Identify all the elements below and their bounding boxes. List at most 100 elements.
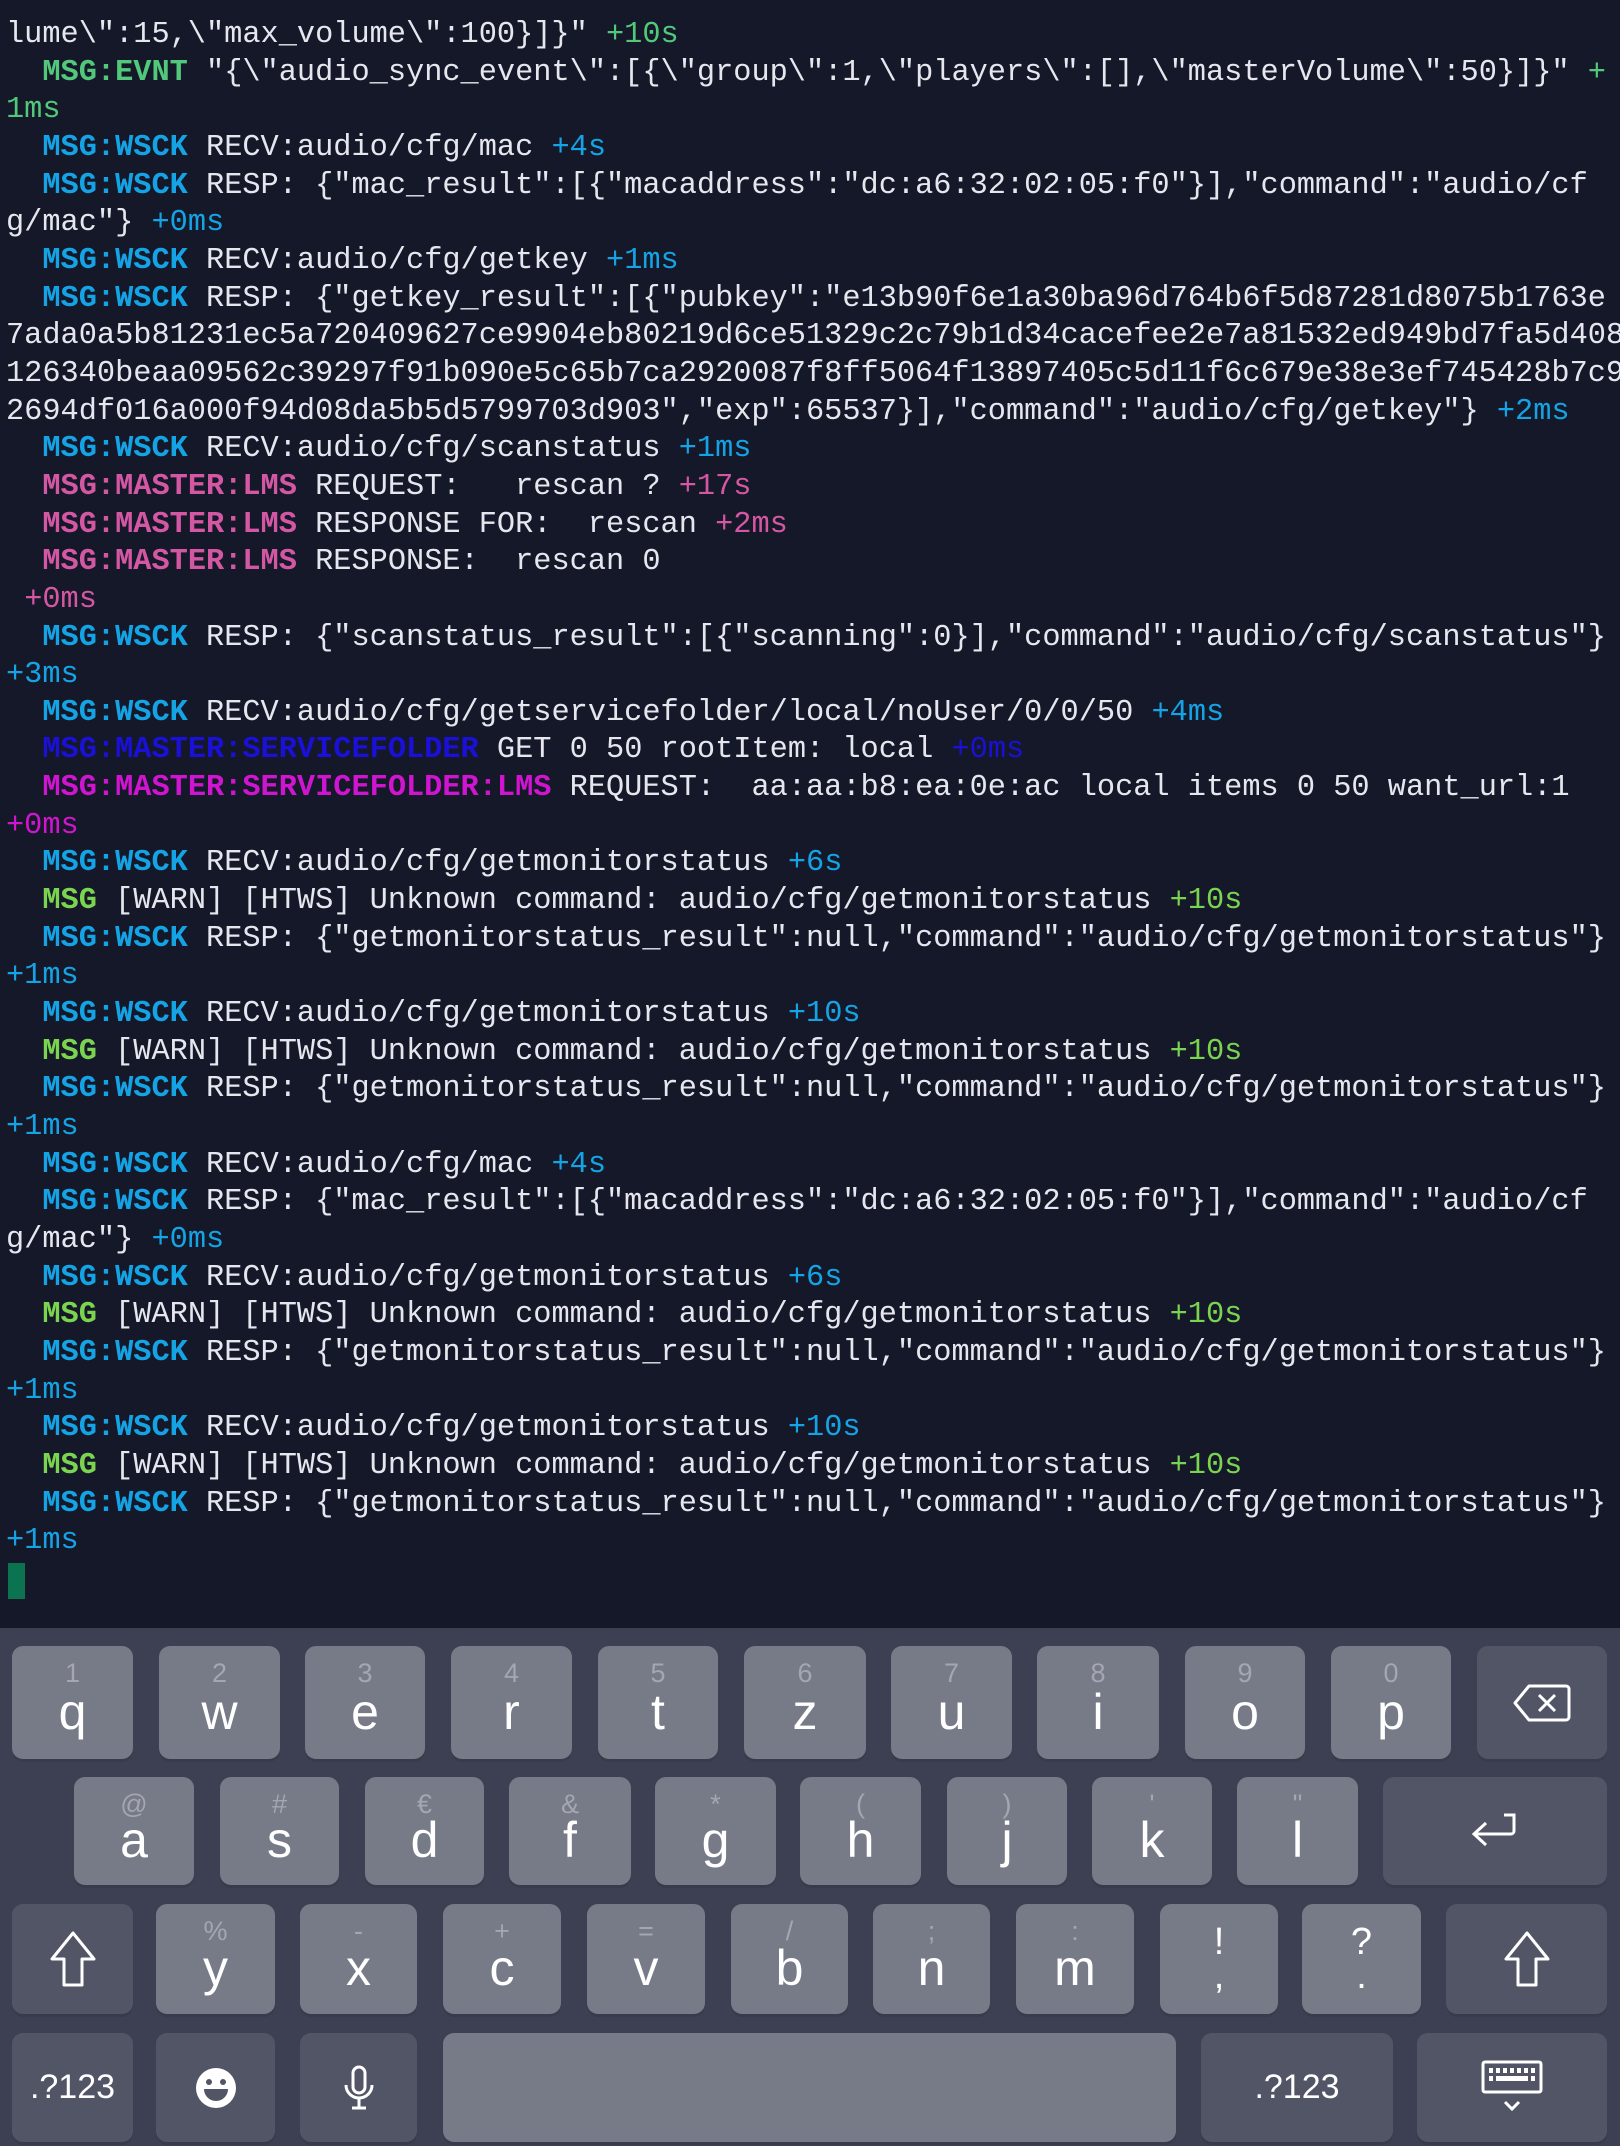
log-tag: MSG:MASTER:LMS [42,469,297,504]
key-secondary-label: € [416,1789,433,1819]
key-top-label: ? [1350,1921,1373,1963]
log-timestamp: +4s [551,1147,607,1182]
log-entry: MSG:WSCK RECV:audio/cfg/getmonitorstatus… [6,845,1620,883]
key-w[interactable]: 2w [159,1646,280,1759]
key-secondary-label: 5 [650,1658,666,1688]
key-symbols-left[interactable]: .?123 [12,2033,133,2142]
key-y[interactable]: % y [156,1904,275,2014]
key-secondary-label: 8 [1090,1658,1106,1688]
key-secondary-label: # [271,1789,288,1819]
log-tag: MSG:WSCK [42,432,188,467]
log-entry: MSG [WARN] [HTWS] Unknown command: audio… [6,1297,1620,1335]
log-message: RECV:audio/cfg/getservicefolder/local/no… [206,695,1134,730]
log-tag: MSG:WSCK [42,1147,188,1182]
log-timestamp: +1ms [678,432,752,467]
key-r[interactable]: 4r [451,1646,572,1759]
key-top-label: ! [1213,1921,1225,1963]
key-hide-keyboard[interactable] [1417,2033,1607,2142]
log-entry: MSG [WARN] [HTWS] Unknown command: audio… [6,883,1620,921]
log-message: "{\"audio_sync_event\":[{\"group\":1,\"p… [206,55,1570,90]
log-tag: MSG [42,884,97,919]
key-secondary-label: ; [927,1916,936,1946]
log-entry: MSG:WSCK RECV:audio/cfg/getkey +1ms [6,243,1620,281]
key-secondary-label: 3 [357,1658,373,1688]
key-secondary-label: / [785,1916,794,1946]
key-shift-right[interactable] [1446,1904,1607,2014]
key-secondary-label: - [354,1916,363,1946]
key-k[interactable]: ' k [1092,1777,1212,1885]
key-c[interactable]: + c [443,1904,561,2014]
key-d[interactable]: € d [365,1777,484,1885]
log-entry: MSG:WSCK RESP: {"getmonitorstatus_result… [6,1335,1620,1410]
log-timestamp: +10s [605,18,679,52]
key-p[interactable]: 0p [1331,1646,1451,1759]
key-label: c [489,1940,515,1996]
log-message: RECV:audio/cfg/getmonitorstatus [206,846,770,881]
key-n[interactable]: ; n [873,1904,990,2014]
log-message: [WARN] [HTWS] Unknown command: audio/cfg… [115,884,1152,919]
log-entry: MSG:WSCK RESP: {"getmonitorstatus_result… [6,921,1620,996]
key-label: .?123 [1254,2068,1340,2106]
key-question-period[interactable]: ?. [1302,1904,1421,2014]
key-f[interactable]: & f [509,1777,631,1885]
log-tag: MSG [42,1448,97,1483]
key-h[interactable]: (h [800,1777,921,1885]
key-label: b [775,1940,804,1996]
key-z[interactable]: 6z [744,1646,866,1759]
key-emoji[interactable] [156,2033,275,2142]
log-timestamp: +0ms [951,733,1025,768]
key-secondary-label: 7 [943,1658,960,1688]
key-v[interactable]: = v [587,1904,705,2014]
key-x[interactable]: -x [300,1904,417,2014]
log-message: RECV:audio/cfg/mac [206,130,534,165]
key-label: g [701,1812,730,1868]
key-secondary-label: % [203,1916,228,1946]
key-s[interactable]: # s [220,1777,339,1885]
key-a[interactable]: @ a [74,1777,194,1885]
backspace-icon [1513,1683,1571,1723]
log-timestamp: +1ms [6,1373,79,1408]
log-entry: MSG:WSCK RECV:audio/cfg/getmonitorstatus… [6,1410,1620,1448]
key-mic[interactable] [300,2033,417,2142]
key-label: m [1054,1940,1096,1996]
key-symbols-right[interactable]: .?123 [1201,2033,1393,2142]
terminal-output[interactable]: lume\":15,\"max_volume\":100}]}" +10s MS… [0,0,1620,1628]
log-timestamp: +4ms [1151,695,1225,730]
log-timestamp: +10s [787,997,861,1032]
key-label: r [503,1683,520,1740]
log-tag: MSG:WSCK [42,846,188,881]
log-tag: MSG:WSCK [42,1411,188,1446]
shift-icon [1503,1930,1551,1988]
key-secondary-label: @ [120,1789,148,1819]
log-message: RESP: {"mac_result":[{"macaddress":"dc:a… [6,1185,1588,1257]
key-m[interactable]: :m [1016,1904,1134,2014]
log-tag: MSG:EVNT [42,55,188,90]
log-timestamp: +2ms [1496,394,1570,429]
key-secondary-label: * [710,1789,721,1819]
key-i[interactable]: 8i [1037,1646,1159,1759]
log-message: RECV:audio/cfg/getmonitorstatus [206,1411,770,1446]
key-u[interactable]: 7u [891,1646,1012,1759]
key-enter[interactable] [1383,1777,1607,1885]
key-secondary-label: 9 [1237,1658,1253,1688]
log-tag: MSG:WSCK [42,921,188,956]
key-e[interactable]: 3e [305,1646,425,1759]
key-q[interactable]: 1q [12,1646,133,1759]
key-backspace[interactable] [1477,1646,1607,1759]
log-timestamp: +17s [678,469,752,504]
key-exclaim-comma[interactable]: !, [1160,1904,1278,2014]
key-secondary-label: 1 [64,1658,81,1688]
key-j[interactable]: ) j [947,1777,1067,1885]
key-shift-left[interactable] [12,1904,133,2014]
key-label: j [1001,1812,1013,1868]
key-t[interactable]: 5t [598,1646,718,1759]
key-label: x [346,1940,371,1996]
key-o[interactable]: 9o [1185,1646,1305,1759]
log-entry: MSG:WSCK RECV:audio/cfg/scanstatus +1ms [6,431,1620,469]
key-g[interactable]: * g [655,1777,776,1885]
key-space[interactable] [443,2033,1176,2142]
log-tag: MSG:WSCK [42,1260,188,1295]
key-l[interactable]: " l [1237,1777,1358,1885]
log-tag: MSG:WSCK [42,695,188,730]
key-b[interactable]: / b [731,1904,848,2014]
